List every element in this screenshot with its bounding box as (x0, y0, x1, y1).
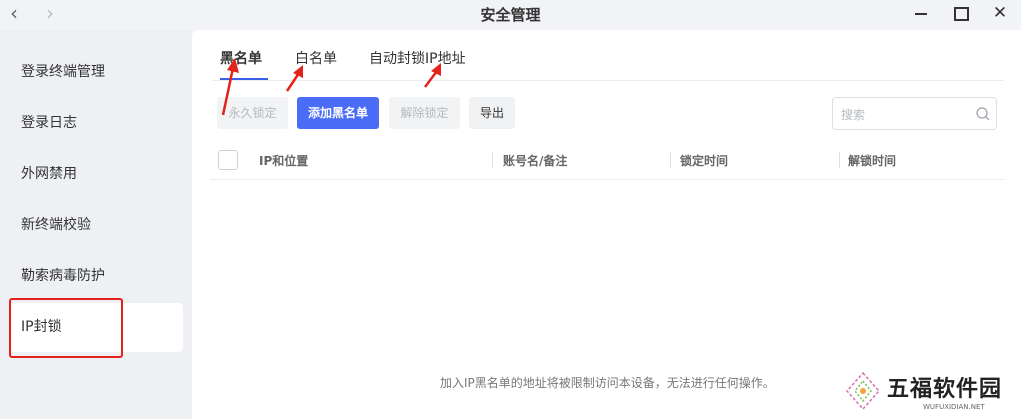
sidebar-item-external-network[interactable]: 外网禁用 (10, 150, 183, 199)
watermark-domain: WUFUXIDIAN.NET (923, 403, 985, 411)
export-button[interactable]: 导出 (469, 97, 515, 129)
search-input[interactable]: 搜索 (832, 97, 997, 130)
permanent-lock-button[interactable]: 永久锁定 (217, 97, 288, 129)
blacklist-note: 加入IP黑名单的地址将被限制访问本设备，无法进行任何操作。 (440, 376, 775, 390)
sidebar: 登录终端管理 登录日志 外网禁用 新终端校验 勒索病毒防护 IP封锁 (0, 30, 192, 419)
tab-bar: 黑名单 白名单 自动封锁IP地址 (212, 46, 1004, 81)
window-title: 安全管理 (480, 6, 541, 24)
maximize-icon[interactable] (950, 3, 970, 23)
watermark: 五福软件园 WUFUXIDIAN.NET (845, 371, 1015, 415)
tab-auto-block[interactable]: 自动封锁IP地址 (369, 48, 466, 68)
tab-blacklist[interactable]: 黑名单 (220, 48, 262, 68)
sidebar-item-new-terminal-check[interactable]: 新终端校验 (10, 201, 183, 250)
column-lock-time[interactable]: 锁定时间 (680, 152, 728, 169)
select-all-checkbox[interactable] (218, 150, 238, 170)
column-divider (670, 152, 671, 168)
column-unlock-time[interactable]: 解锁时间 (848, 152, 896, 169)
unlock-button[interactable]: 解除锁定 (389, 97, 460, 129)
watermark-logo-icon (845, 371, 881, 411)
column-ip-location[interactable]: IP和位置 (259, 152, 308, 169)
main-panel: 黑名单 白名单 自动封锁IP地址 永久锁定 添加黑名单 解除锁定 导出 搜索 I… (192, 30, 1021, 419)
tab-whitelist[interactable]: 白名单 (295, 48, 337, 68)
sidebar-item-ip-block[interactable]: IP封锁 (10, 303, 183, 352)
sidebar-item-ransomware[interactable]: 勒索病毒防护 (10, 252, 183, 301)
search-placeholder: 搜索 (841, 108, 866, 122)
watermark-name: 五福软件园 (887, 377, 1003, 402)
column-divider (839, 152, 840, 168)
table-header: IP和位置 账号名/备注 锁定时间 解锁时间 (210, 148, 1004, 180)
title-bar: ‹ › 安全管理 ✕ (0, 0, 1021, 30)
close-icon[interactable]: ✕ (990, 3, 1010, 23)
search-icon[interactable] (976, 107, 990, 121)
sidebar-item-login-terminals[interactable]: 登录终端管理 (10, 48, 183, 97)
sidebar-item-login-log[interactable]: 登录日志 (10, 99, 183, 148)
column-account-note[interactable]: 账号名/备注 (503, 152, 567, 169)
minimize-icon[interactable] (912, 3, 932, 23)
add-blacklist-button[interactable]: 添加黑名单 (297, 97, 379, 129)
active-tab-indicator (220, 78, 268, 80)
column-divider (492, 152, 493, 168)
